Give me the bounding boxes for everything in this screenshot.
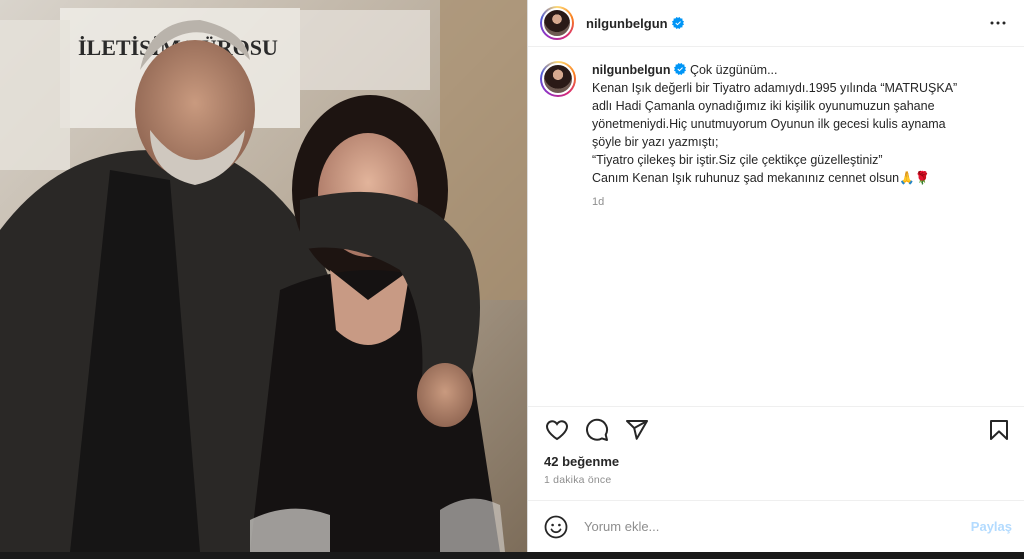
author-username-text[interactable]: nilgunbelgun [586, 16, 668, 31]
heart-icon[interactable] [544, 417, 570, 443]
post-photo[interactable]: İLETİŞİM BÜROSU [0, 0, 527, 552]
post-timestamp: 1 dakika önce [544, 474, 612, 486]
caption: nilgunbelgun Çok üzgünüm... Kenan Işık d… [540, 61, 1010, 211]
caption-line: yönetmeniydi.Hiç unutmuyorum Oyunun ilk … [592, 117, 946, 131]
author-username[interactable]: nilgunbelgun [586, 16, 684, 31]
photo-illustration: İLETİŞİM BÜROSU [0, 0, 527, 552]
bookmark-icon[interactable] [986, 417, 1012, 443]
emoji-icon[interactable] [544, 515, 568, 539]
caption-body: nilgunbelgun Çok üzgünüm... Kenan Işık d… [592, 61, 957, 211]
post-side-pane: nilgunbelgun nilgunbelgun Çok üzgünüm...… [527, 0, 1024, 552]
comment-icon[interactable] [584, 417, 610, 443]
caption-line: Çok üzgünüm... [689, 63, 778, 77]
comments-area: nilgunbelgun Çok üzgünüm... Kenan Işık d… [528, 47, 1024, 406]
add-comment-bar: Paylaş [528, 500, 1024, 552]
caption-author-avatar[interactable] [540, 61, 576, 97]
post-header: nilgunbelgun [528, 0, 1024, 47]
verified-badge-icon [671, 16, 684, 29]
post-comment-button[interactable]: Paylaş [971, 519, 1012, 534]
caption-username[interactable]: nilgunbelgun [592, 63, 670, 77]
caption-timestamp[interactable]: 1d [592, 193, 957, 211]
caption-first-line: nilgunbelgun Çok üzgünüm... [592, 61, 957, 79]
caption-line: şöyle bir yazı yazmıştı; [592, 135, 719, 149]
caption-line: Canım Kenan Işık ruhunuz şad mekanınız c… [592, 171, 931, 185]
comment-input[interactable] [584, 519, 971, 534]
author-avatar[interactable] [540, 6, 574, 40]
more-options-icon[interactable] [986, 11, 1010, 35]
share-icon[interactable] [624, 417, 650, 443]
bottom-feed-strip [0, 552, 1024, 559]
action-bar [528, 406, 1024, 452]
caption-line: Kenan Işık değerli bir Tiyatro adamıydı.… [592, 81, 958, 95]
instagram-post-modal: İLETİŞİM BÜROSU nilgunbelgun nilgunbelgu… [0, 0, 1024, 559]
caption-line: “Tiyatro çilekeş bir iştir.Siz çile çekt… [592, 153, 883, 167]
caption-line: adlı Hadi Çamanla oynadığımız iki kişili… [592, 99, 935, 113]
caption-verified-badge-icon [674, 63, 687, 75]
likes-count[interactable]: 42 beğenme [528, 452, 1024, 470]
